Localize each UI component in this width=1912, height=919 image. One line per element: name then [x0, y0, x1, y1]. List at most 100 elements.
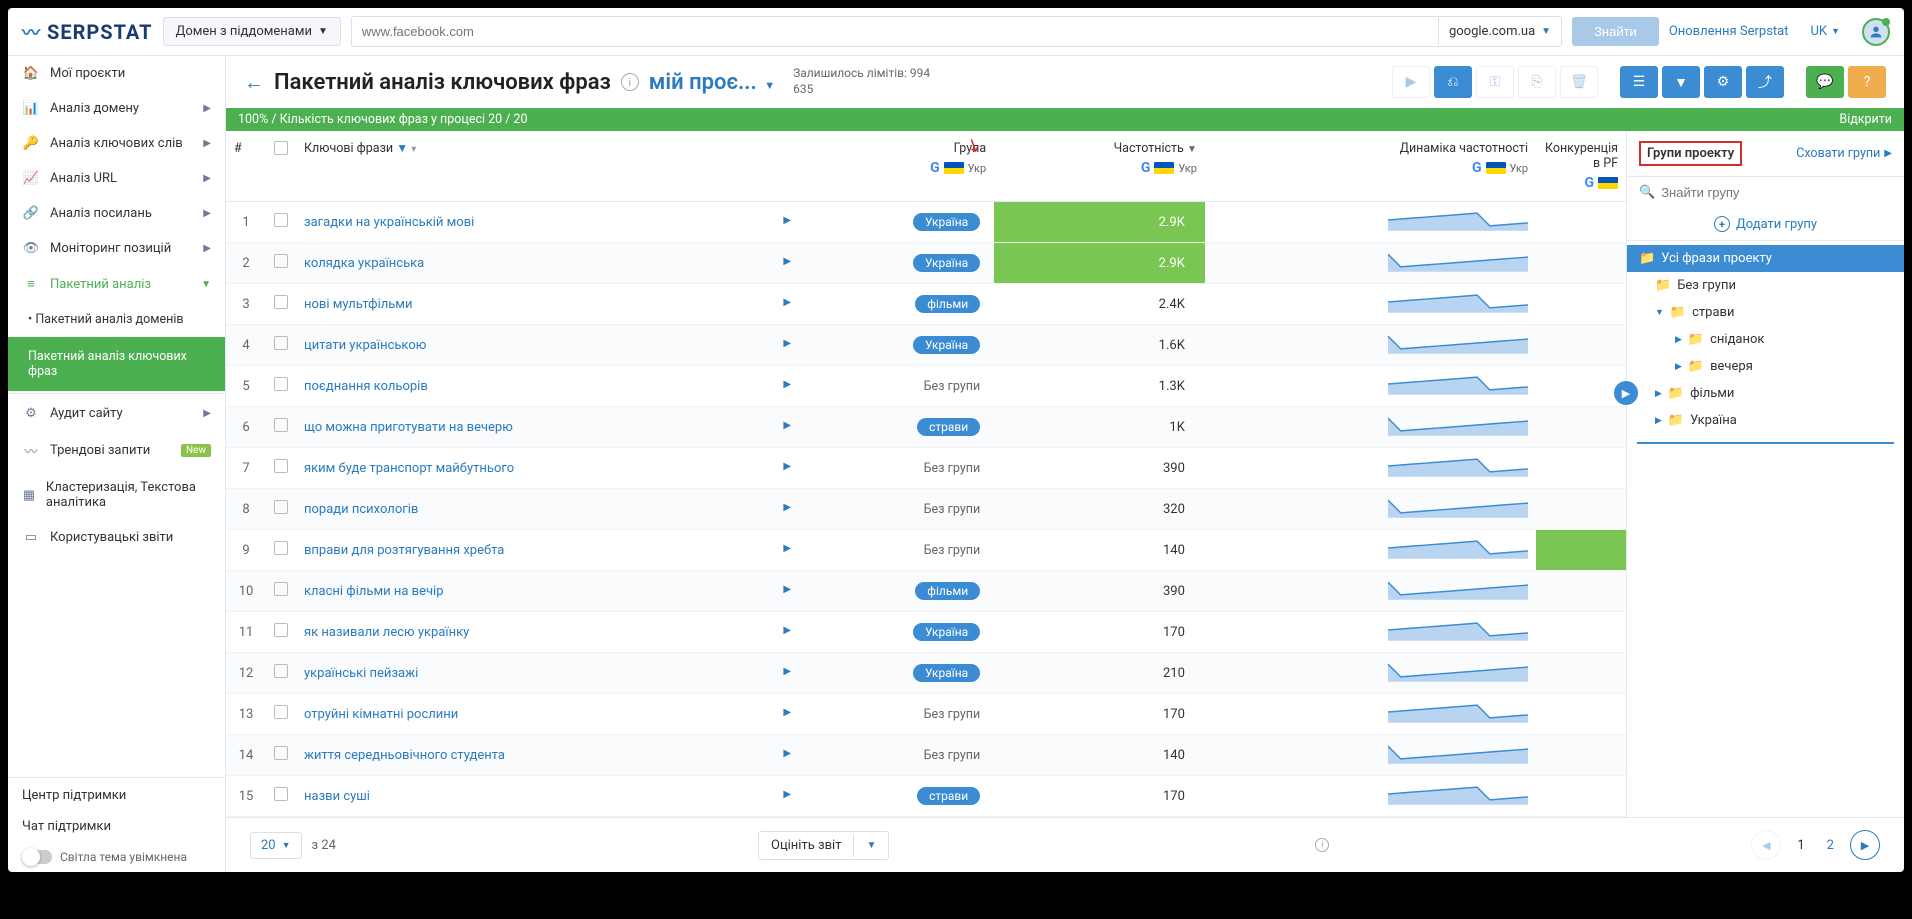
page-1[interactable]: 1: [1791, 838, 1810, 853]
expand-icon[interactable]: ▶: [783, 789, 791, 800]
col-competition[interactable]: Конкуренція в PF G: [1536, 131, 1626, 202]
expand-icon[interactable]: ▶: [783, 748, 791, 759]
group-tree-node[interactable]: ▶📁вечеря: [1627, 353, 1904, 380]
find-button[interactable]: Знайти: [1572, 17, 1659, 46]
rate-report[interactable]: Оцініть звіт ▼: [758, 831, 889, 860]
group-tree-node[interactable]: ▼📁страви: [1627, 299, 1904, 326]
expand-icon[interactable]: ▶: [783, 625, 791, 636]
keyword-link[interactable]: нові мультфільми: [304, 297, 412, 312]
row-checkbox[interactable]: [274, 746, 288, 760]
filter-button[interactable]: ▼: [1662, 66, 1700, 98]
group-pill[interactable]: Україна: [913, 336, 980, 354]
row-checkbox[interactable]: [274, 500, 288, 514]
keyword-link[interactable]: вправи для розтягування хребта: [304, 543, 504, 558]
group-pill[interactable]: Україна: [913, 623, 980, 641]
group-tree-node[interactable]: ▶📁сніданок: [1627, 326, 1904, 353]
row-checkbox[interactable]: [274, 336, 288, 350]
expand-icon[interactable]: ▶: [783, 502, 791, 513]
keyword-link[interactable]: назви суші: [304, 789, 370, 804]
feedback-button[interactable]: 💬: [1806, 66, 1844, 98]
expand-icon[interactable]: ▶: [783, 543, 791, 554]
keyword-link[interactable]: колядка українська: [304, 256, 424, 271]
sidebar-item-clustering[interactable]: ▦Кластеризація, Текстова аналітика: [8, 470, 225, 520]
theme-toggle[interactable]: [22, 850, 52, 864]
group-pill[interactable]: страви: [917, 418, 980, 436]
expand-icon[interactable]: ▶: [783, 338, 791, 349]
row-checkbox[interactable]: [274, 213, 288, 227]
row-checkbox[interactable]: [274, 295, 288, 309]
expand-icon[interactable]: ▶: [783, 379, 791, 390]
expand-icon[interactable]: ▶: [783, 420, 791, 431]
back-arrow[interactable]: ←: [244, 70, 264, 95]
progress-open-link[interactable]: Відкрити: [1839, 112, 1892, 127]
group-tree-node[interactable]: 📁Без групи: [1627, 272, 1904, 299]
row-checkbox[interactable]: [274, 582, 288, 596]
col-keywords[interactable]: Ключові фрази ▼ ▾: [296, 131, 805, 202]
domain-mode-select[interactable]: Домен з піддоменами ▼: [163, 17, 341, 46]
group-tree-node[interactable]: 📁Усі фрази проекту: [1627, 245, 1904, 272]
columns-button[interactable]: ☰: [1620, 66, 1658, 98]
expand-icon[interactable]: ▶: [783, 707, 791, 718]
info-icon[interactable]: i: [621, 73, 639, 91]
add-button[interactable]: ⎌: [1434, 66, 1472, 98]
sidebar-sub-batch-domains[interactable]: • Пакетний аналіз доменів: [8, 302, 225, 337]
row-checkbox[interactable]: [274, 664, 288, 678]
sidebar-item-backlink-analysis[interactable]: 🔗Аналіз посилань▶: [8, 196, 225, 231]
hide-groups-link[interactable]: Сховати групи ▶: [1796, 146, 1892, 161]
group-pill[interactable]: фільми: [915, 295, 980, 313]
sidebar-item-projects[interactable]: 🏠Мої проєкти: [8, 56, 225, 91]
prev-page-button[interactable]: ◀: [1751, 830, 1781, 860]
expand-icon[interactable]: ▶: [783, 666, 791, 677]
settings-button[interactable]: ⚙: [1704, 66, 1742, 98]
updates-link[interactable]: Оновлення Serpstat: [1669, 24, 1789, 39]
add-group-button[interactable]: + Додати групу: [1627, 208, 1904, 241]
expand-icon[interactable]: ▶: [783, 256, 791, 267]
sidebar-item-rank-tracker[interactable]: 👁Моніторинг позицій▶: [8, 231, 225, 266]
keyword-link[interactable]: яким буде транспорт майбутнього: [304, 461, 514, 476]
collapse-panel-button[interactable]: ▶: [1614, 381, 1638, 405]
key-button[interactable]: ⚿: [1476, 66, 1514, 98]
row-checkbox[interactable]: [274, 541, 288, 555]
support-center-link[interactable]: Центр підтримки: [8, 780, 225, 811]
play-button[interactable]: ▶: [1392, 66, 1430, 98]
sidebar-item-trend-queries[interactable]: 〰Трендові запитиNew: [8, 431, 225, 470]
col-group[interactable]: Група GУкр: [805, 131, 994, 202]
keyword-link[interactable]: поради психологів: [304, 502, 418, 517]
sidebar-item-site-audit[interactable]: ⚙Аудит сайту▶: [8, 396, 225, 431]
support-chat-link[interactable]: Чат підтримки: [8, 811, 225, 842]
sidebar-item-url-analysis[interactable]: 📈Аналіз URL▶: [8, 161, 225, 196]
export-button[interactable]: ⤴: [1746, 66, 1784, 98]
row-checkbox[interactable]: [274, 459, 288, 473]
page-size-select[interactable]: 20 ▼: [250, 832, 302, 859]
col-frequency[interactable]: Частотність ▼ GУкр: [994, 131, 1205, 202]
keyword-link[interactable]: цитати українською: [304, 338, 426, 353]
col-dynamics[interactable]: Динаміка частотності GУкр: [1205, 131, 1536, 202]
sidebar-item-custom-reports[interactable]: ▭Користувацькі звіти: [8, 520, 225, 555]
sidebar-item-batch-analysis[interactable]: ≡Пакетний аналіз▼: [8, 266, 225, 302]
group-pill[interactable]: Україна: [913, 254, 980, 272]
keyword-link[interactable]: життя середньовічного студента: [304, 748, 505, 763]
sidebar-item-domain-analysis[interactable]: 📊Аналіз домену▶: [8, 91, 225, 126]
row-checkbox[interactable]: [274, 705, 288, 719]
next-page-button[interactable]: ▶: [1850, 830, 1880, 860]
delete-button[interactable]: 🗑: [1560, 66, 1598, 98]
logo[interactable]: 〰 SERPSTAT: [22, 19, 153, 45]
info-icon[interactable]: i: [1315, 838, 1329, 852]
row-checkbox[interactable]: [274, 623, 288, 637]
row-checkbox[interactable]: [274, 254, 288, 268]
group-pill[interactable]: Україна: [913, 664, 980, 682]
keyword-link[interactable]: класні фільми на вечір: [304, 584, 444, 599]
expand-icon[interactable]: ▶: [783, 584, 791, 595]
page-2[interactable]: 2: [1821, 838, 1840, 853]
search-engine-select[interactable]: google.com.ua ▼: [1438, 18, 1561, 45]
expand-icon[interactable]: ▶: [783, 215, 791, 226]
group-search-input[interactable]: [1661, 185, 1892, 200]
row-checkbox[interactable]: [274, 418, 288, 432]
keyword-link[interactable]: як називали лесю українку: [304, 625, 469, 640]
lang-select[interactable]: UK ▼: [1810, 24, 1840, 39]
expand-icon[interactable]: ▶: [783, 297, 791, 308]
group-pill[interactable]: Україна: [913, 213, 980, 231]
row-checkbox[interactable]: [274, 787, 288, 801]
group-tree-node[interactable]: ▶📁фільми: [1627, 380, 1904, 407]
sidebar-item-keyword-analysis[interactable]: 🔑Аналіз ключових слів▶: [8, 126, 225, 161]
